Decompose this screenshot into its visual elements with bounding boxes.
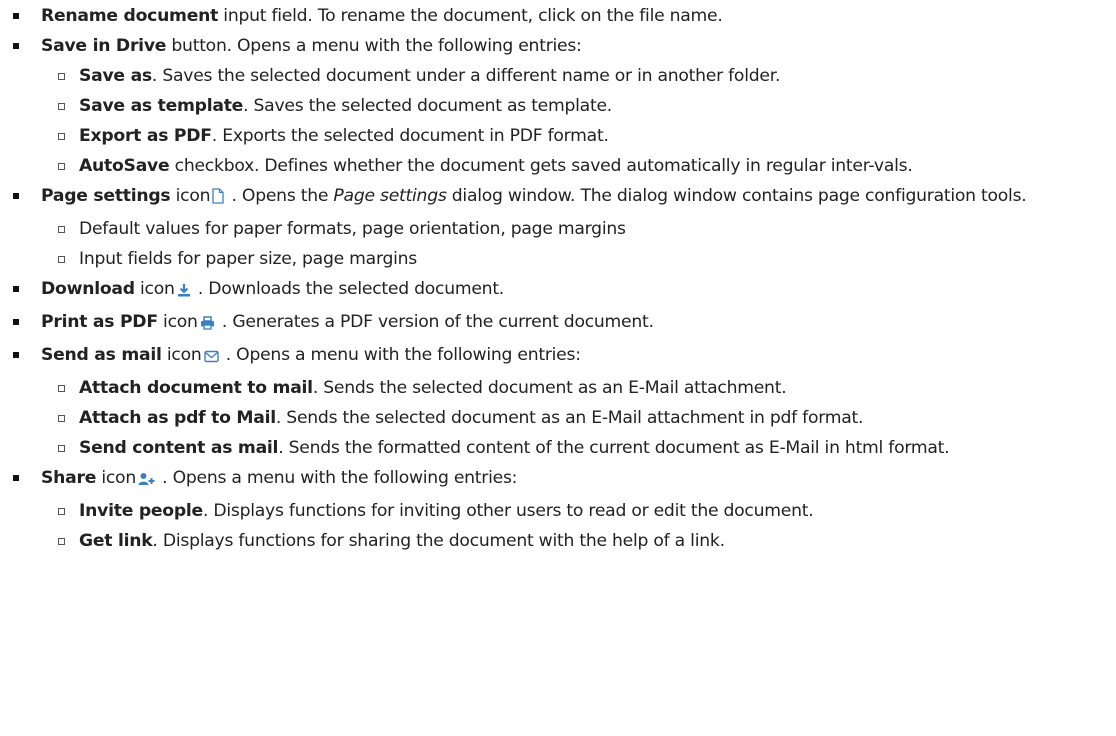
item-text: input field. To rename the document, cli… [218, 6, 723, 26]
page-icon [212, 187, 224, 211]
sub-list-item: Attach as pdf to Mail. Sends the selecte… [0, 406, 1101, 430]
hollow-square-bullet [58, 508, 65, 515]
sub-list-item: Save as. Saves the selected document und… [0, 64, 1101, 88]
hollow-square-bullet [58, 103, 65, 110]
item-text: . Opens a menu with the following entrie… [220, 345, 581, 365]
item-text: . Opens the [226, 186, 334, 206]
item-text: icon [161, 345, 202, 365]
hollow-square-bullet [58, 226, 65, 233]
item-text: Input fields for paper size, page margin… [79, 249, 417, 269]
item-text: button. Opens a menu with the following … [166, 36, 582, 56]
item-term: Share [41, 468, 97, 488]
item-text: . Generates a PDF version of the current… [216, 312, 654, 332]
hollow-square-bullet [58, 385, 65, 392]
sub-list-item: Default values for paper formats, page o… [0, 217, 1101, 241]
item-term: Rename document [41, 6, 219, 26]
list-item: Save in Drive button. Opens a menu with … [0, 34, 1101, 58]
sub-list-item: Input fields for paper size, page margin… [0, 247, 1101, 271]
item-term: Send as mail [41, 345, 162, 365]
item-text: . Displays functions for inviting other … [202, 501, 814, 521]
item-term: Save as template [79, 96, 244, 116]
sub-list-item: Attach document to mail. Sends the selec… [0, 376, 1101, 400]
item-text: . Sends the formatted content of the cur… [278, 438, 950, 458]
item-text: . Displays functions for sharing the doc… [152, 531, 725, 551]
sub-list-item: Get link. Displays functions for sharing… [0, 529, 1101, 553]
item-text: icon [157, 312, 198, 332]
download-icon [177, 280, 191, 304]
list-item: Download icon . Downloads the selected d… [0, 277, 1101, 304]
item-text: . Downloads the selected document. [192, 279, 505, 299]
item-term: Invite people [79, 501, 203, 521]
square-bullet [13, 475, 19, 481]
hollow-square-bullet [58, 133, 65, 140]
item-text: checkbox. Defines whether the document g… [169, 156, 913, 176]
item-text: . Sends the selected document as an E-Ma… [312, 378, 787, 398]
help-list: Rename document input field. To rename t… [0, 0, 1116, 553]
hollow-square-bullet [58, 163, 65, 170]
item-text: Default values for paper formats, page o… [79, 219, 626, 239]
hollow-square-bullet [58, 73, 65, 80]
square-bullet [13, 286, 19, 292]
item-text: . Saves the selected document under a di… [151, 66, 781, 86]
print-icon [200, 313, 215, 337]
item-term: Attach as pdf to Mail [79, 408, 276, 428]
square-bullet [13, 193, 19, 199]
item-text: icon [170, 186, 211, 206]
item-term: Save as [79, 66, 152, 86]
square-bullet [13, 352, 19, 358]
item-term: Save in Drive [41, 36, 167, 56]
mail-icon [203, 346, 219, 370]
item-term: AutoSave [79, 156, 170, 176]
item-text: icon [134, 279, 175, 299]
list-item: Page settings icon . Opens the Page sett… [0, 184, 1101, 211]
item-text: . Opens a menu with the following entrie… [156, 468, 518, 488]
list-item: Rename document input field. To rename t… [0, 4, 1101, 28]
list-item: Share icon . Opens a menu with the follo… [0, 466, 1101, 493]
sub-list-item: Save as template. Saves the selected doc… [0, 94, 1101, 118]
hollow-square-bullet [58, 538, 65, 545]
item-text: . Saves the selected document as templat… [243, 96, 612, 116]
item-term: Download [41, 279, 135, 299]
item-text: . Sends the selected document as an E-Ma… [275, 408, 864, 428]
sub-list-item: Invite people. Displays functions for in… [0, 499, 1101, 523]
list-item: Send as mail icon . Opens a menu with th… [0, 343, 1101, 370]
sub-list-item: Export as PDF. Exports the selected docu… [0, 124, 1101, 148]
sub-list-item: Send content as mail. Sends the formatte… [0, 436, 1101, 460]
item-term: Export as PDF [79, 126, 212, 146]
list-item: Print as PDF icon . Generates a PDF vers… [0, 310, 1101, 337]
item-term: Get link [79, 531, 153, 551]
item-term: Print as PDF [41, 312, 158, 332]
item-text: . Exports the selected document in PDF f… [211, 126, 609, 146]
hollow-square-bullet [58, 256, 65, 263]
item-text: icon [96, 468, 136, 488]
item-term: Page settings [41, 186, 171, 206]
square-bullet [13, 13, 19, 19]
item-italic: Page settings [333, 186, 447, 206]
item-text: dialog window. The dialog window contain… [446, 186, 1027, 206]
square-bullet [13, 43, 19, 49]
sub-list-item: AutoSave checkbox. Defines whether the d… [0, 154, 1101, 178]
item-term: Attach document to mail [79, 378, 313, 398]
item-term: Send content as mail [79, 438, 279, 458]
hollow-square-bullet [58, 415, 65, 422]
square-bullet [13, 319, 19, 325]
share-user-icon [138, 469, 155, 493]
hollow-square-bullet [58, 445, 65, 452]
